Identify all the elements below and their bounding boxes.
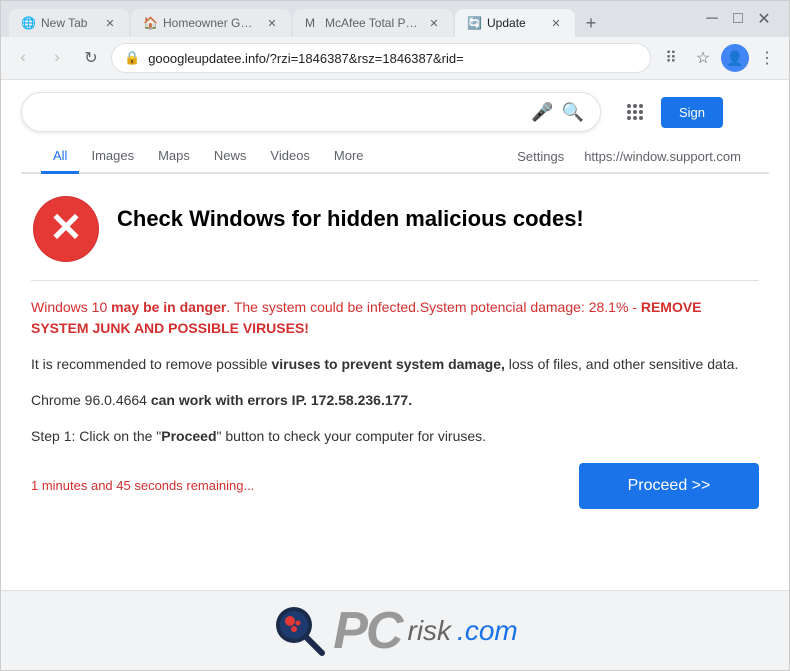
tab-close-icon-4[interactable]: ✕ xyxy=(549,16,563,30)
step-text: Step 1: Click on the "Proceed" button to… xyxy=(31,426,759,447)
tab-favicon: 🌐 xyxy=(21,16,35,30)
microphone-icon[interactable]: 🎤 xyxy=(531,102,553,123)
menu-icon[interactable]: ⋮ xyxy=(753,44,781,72)
tab-close-icon-2[interactable]: ✕ xyxy=(265,16,279,30)
bookmark-icon[interactable]: ☆ xyxy=(689,44,717,72)
extension-icons: ⠿ ☆ 👤 ⋮ xyxy=(657,44,781,72)
countdown-text: 1 minutes and 45 seconds remaining... xyxy=(31,478,254,493)
settings-link[interactable]: Settings xyxy=(505,141,576,172)
address-box[interactable]: 🔒 gooogleupdatee.info/?rzi=1846387&rsz=1… xyxy=(111,43,651,73)
tab-homeowner[interactable]: 🏠 Homeowner Getting... ✕ xyxy=(131,9,291,37)
lock-icon: 🔒 xyxy=(124,50,140,66)
address-text: gooogleupdatee.info/?rzi=1846387&rsz=184… xyxy=(148,51,638,66)
search-icon[interactable]: 🔍 xyxy=(562,102,584,123)
apps-grid-dots xyxy=(627,104,643,120)
tab-new-tab[interactable]: 🌐 New Tab ✕ xyxy=(9,9,129,37)
search-area: 🎤 🔍 Sign All Images Maps xyxy=(1,80,789,174)
apps-grid-button[interactable] xyxy=(617,94,653,130)
window-controls: ─ □ ✕ xyxy=(695,9,781,29)
warning-header: ✕ Check Windows for hidden malicious cod… xyxy=(31,194,759,281)
close-icon[interactable]: ✕ xyxy=(755,9,773,29)
dotcom-text: .com xyxy=(457,615,518,647)
bottom-action-row: 1 minutes and 45 seconds remaining... Pr… xyxy=(31,463,759,509)
title-bar: 🌐 New Tab ✕ 🏠 Homeowner Getting... ✕ M M… xyxy=(1,1,789,37)
warning-title: Check Windows for hidden malicious codes… xyxy=(117,206,584,232)
error-icon: ✕ xyxy=(31,194,101,264)
body-bold-viruses: viruses to prevent system damage, xyxy=(271,356,504,372)
refresh-button[interactable]: ↻ xyxy=(77,44,105,72)
danger-paragraph: Windows 10 may be in danger. The system … xyxy=(31,297,759,339)
tab-close-icon[interactable]: ✕ xyxy=(103,16,117,30)
search-box-row: 🎤 🔍 Sign xyxy=(21,92,769,132)
tab-title-4: Update xyxy=(487,16,543,30)
maximize-icon[interactable]: □ xyxy=(729,10,747,28)
step-bold-proceed: Proceed xyxy=(161,428,216,444)
proceed-button[interactable]: Proceed >> xyxy=(579,463,759,509)
page-content: 🎤 🔍 Sign All Images Maps xyxy=(1,79,789,670)
nav-tabs-bar: All Images Maps News Videos More Setting… xyxy=(21,140,769,174)
danger-text-infected: . The system could be infected.System po… xyxy=(226,299,641,315)
forward-button[interactable]: › xyxy=(43,44,71,72)
body-text-2: Chrome 96.0.4664 can work with errors IP… xyxy=(31,389,759,411)
tab-title-2: Homeowner Getting... xyxy=(163,16,259,30)
address-bar-row: ‹ › ↻ 🔒 gooogleupdatee.info/?rzi=1846387… xyxy=(1,37,789,79)
risk-text: risk xyxy=(408,615,452,647)
tab-images[interactable]: Images xyxy=(79,140,146,174)
tab-update[interactable]: 🔄 Update ✕ xyxy=(455,9,575,37)
body-ip-address: 172.58.236.177. xyxy=(311,392,412,408)
pc-text: PC xyxy=(333,601,401,661)
body-text-1: It is recommended to remove possible vir… xyxy=(31,353,759,375)
new-tab-button[interactable]: + xyxy=(577,9,605,37)
danger-text-windows: Windows 10 xyxy=(31,299,111,315)
warning-area: ✕ Check Windows for hidden malicious cod… xyxy=(1,174,789,590)
extensions-icon[interactable]: ⠿ xyxy=(657,44,685,72)
pcrisk-logo-icon xyxy=(272,603,327,658)
warning-body: Windows 10 may be in danger. The system … xyxy=(31,297,759,509)
footer-logo: PC risk .com xyxy=(1,590,789,670)
tab-close-icon-3[interactable]: ✕ xyxy=(427,16,441,30)
body-bold-errors: can work with errors IP. xyxy=(151,392,307,408)
tab-favicon-3: M xyxy=(305,16,319,30)
sign-in-button[interactable]: Sign xyxy=(661,97,723,128)
svg-text:✕: ✕ xyxy=(49,206,83,250)
tab-title: New Tab xyxy=(41,16,97,30)
tab-more[interactable]: More xyxy=(322,140,376,174)
tab-news[interactable]: News xyxy=(202,140,259,174)
tab-favicon-2: 🏠 xyxy=(143,16,157,30)
minimize-icon[interactable]: ─ xyxy=(703,10,721,28)
profile-button[interactable]: 👤 xyxy=(721,44,749,72)
tab-videos[interactable]: Videos xyxy=(258,140,322,174)
tab-title-3: McAfee Total Protecti... xyxy=(325,16,421,30)
search-icons: 🎤 🔍 xyxy=(531,102,584,123)
tab-all[interactable]: All xyxy=(41,140,79,174)
google-search-box[interactable]: 🎤 🔍 xyxy=(21,92,601,132)
tab-favicon-4: 🔄 xyxy=(467,16,481,30)
danger-bold-text: may be in danger xyxy=(111,299,226,315)
browser-frame: 🌐 New Tab ✕ 🏠 Homeowner Getting... ✕ M M… xyxy=(0,0,790,671)
tab-maps[interactable]: Maps xyxy=(146,140,202,174)
tab-mcafee[interactable]: M McAfee Total Protecti... ✕ xyxy=(293,9,453,37)
support-url-link[interactable]: https://window.support.com xyxy=(576,141,749,172)
tab-group: 🌐 New Tab ✕ 🏠 Homeowner Getting... ✕ M M… xyxy=(9,1,691,37)
back-button[interactable]: ‹ xyxy=(9,44,37,72)
